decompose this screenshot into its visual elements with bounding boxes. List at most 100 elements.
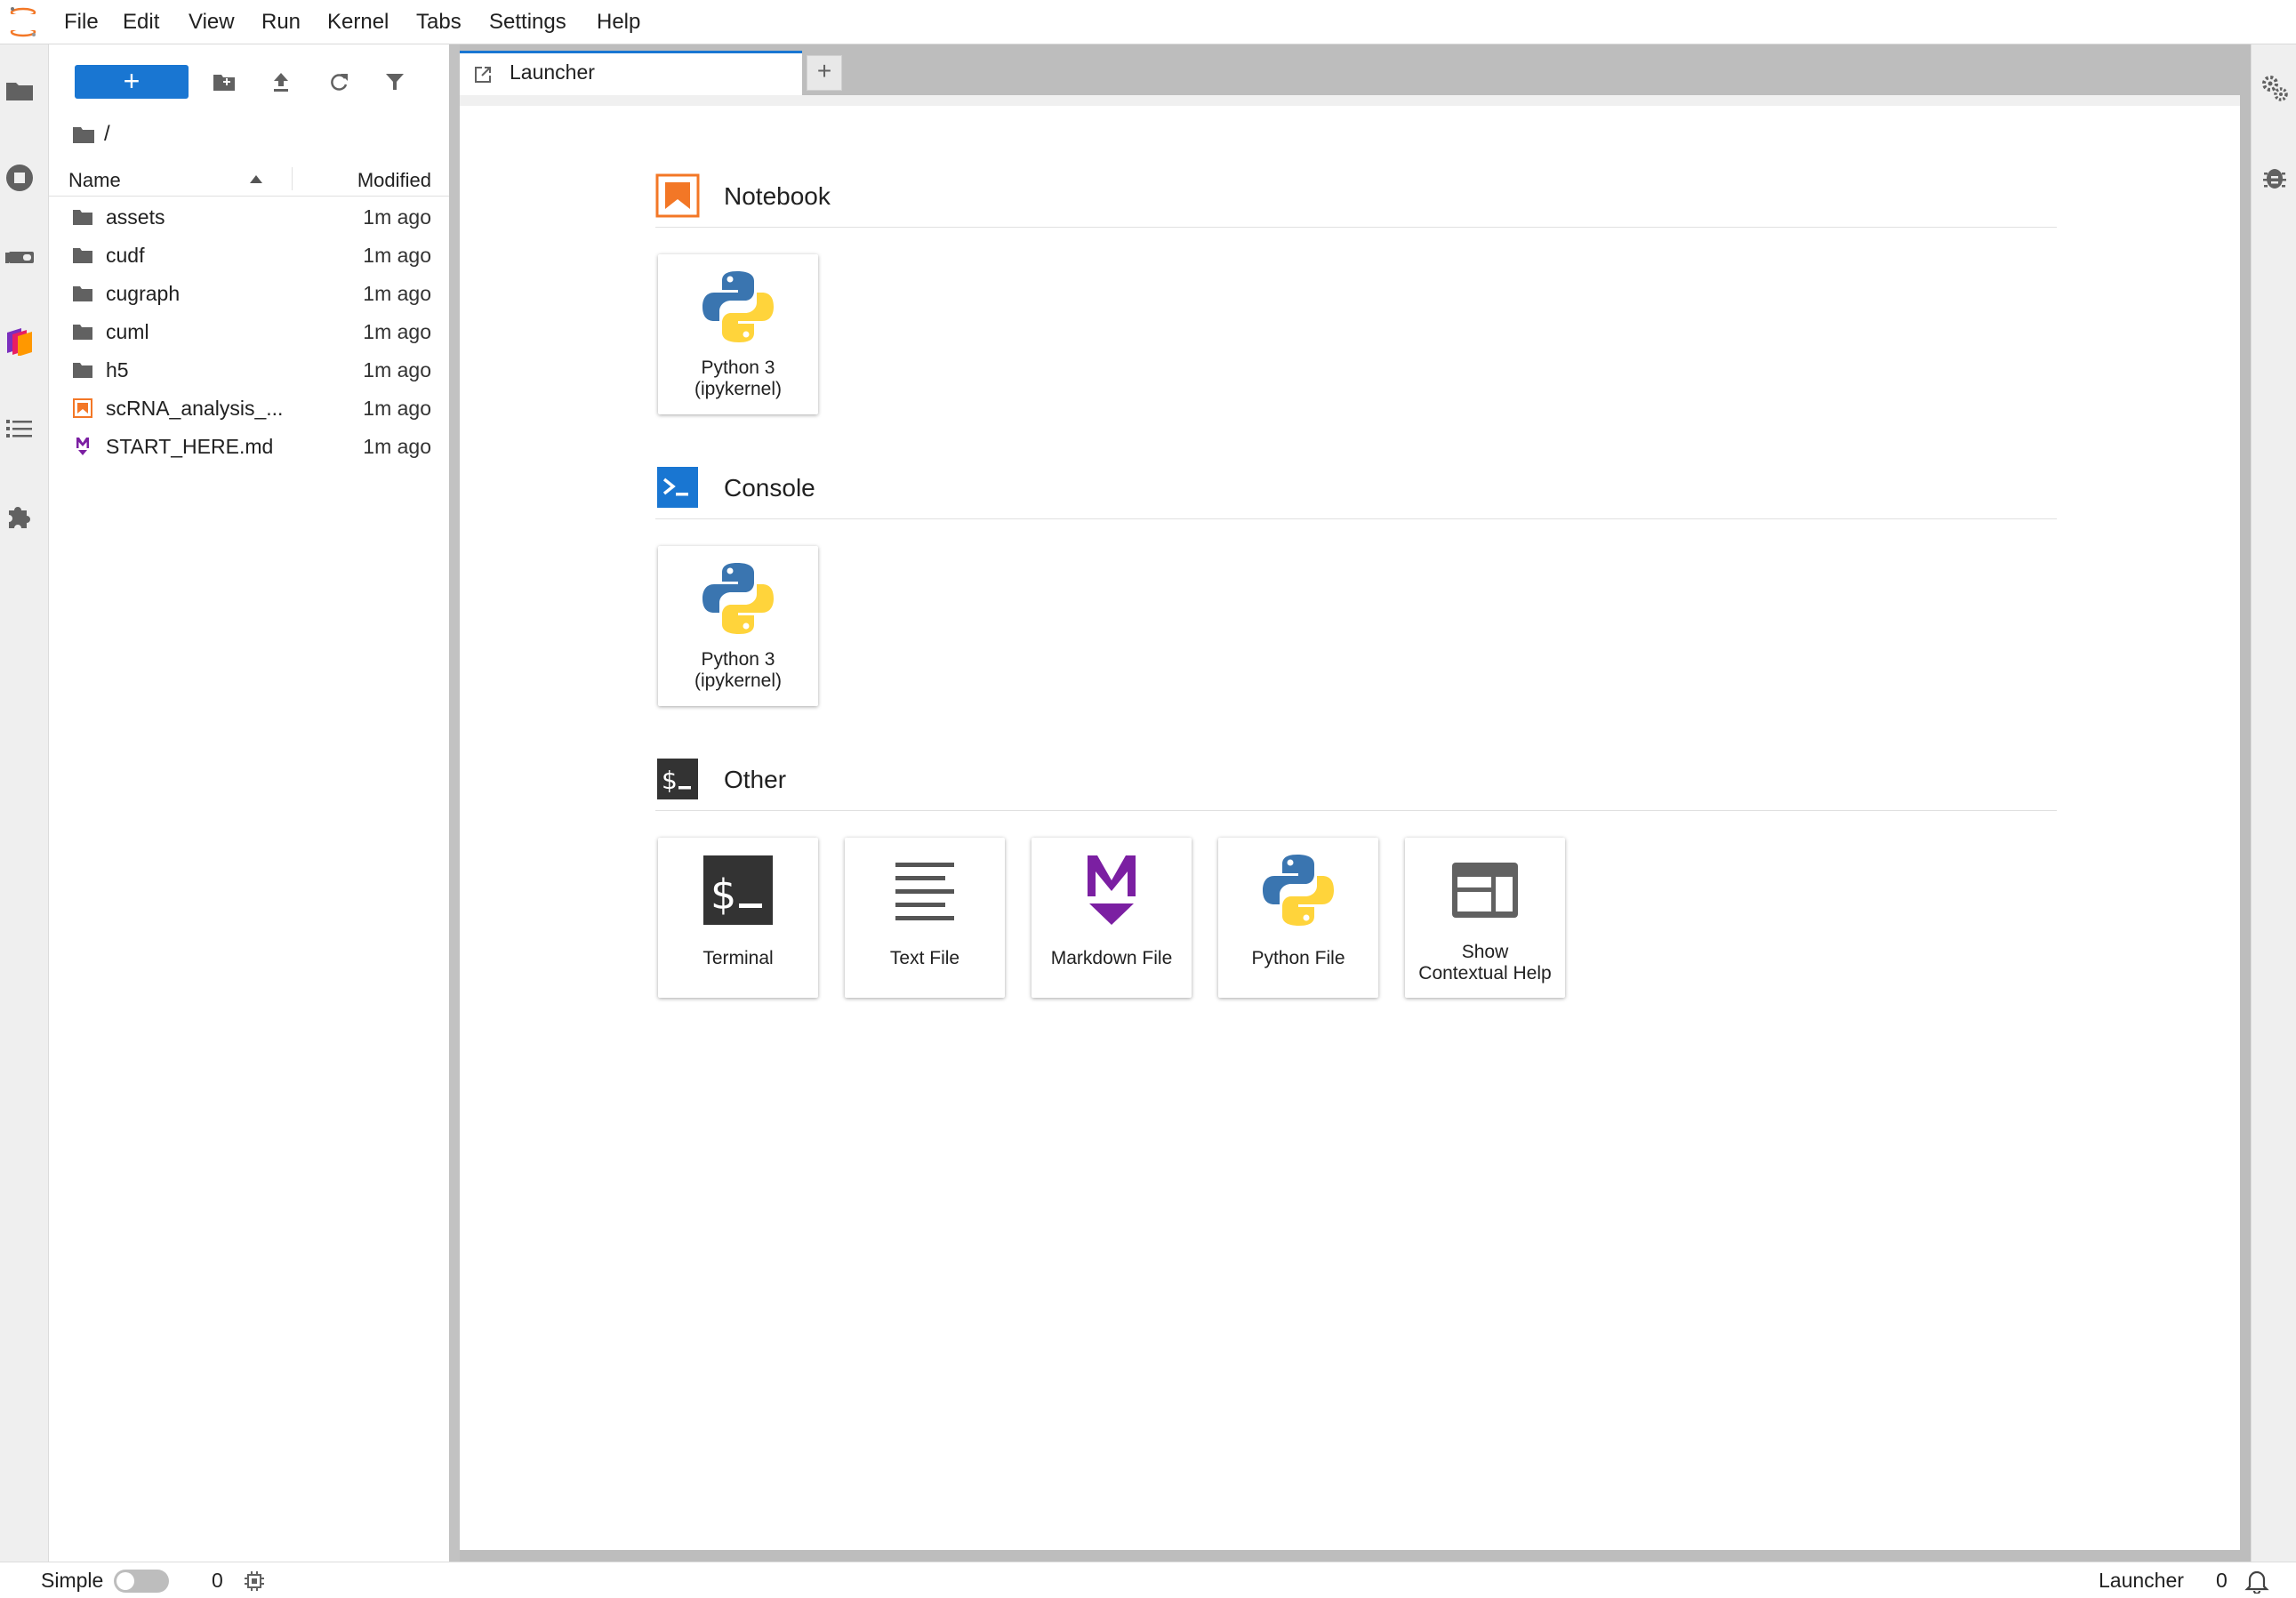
folder-icon [73,286,92,301]
file-modified: 1m ago [363,435,431,458]
python-logo-icon [1263,855,1334,926]
menu-run[interactable]: Run [261,9,301,36]
menu-tabs[interactable]: Tabs [416,9,462,36]
file-row-markdown[interactable]: START_HERE.md 1m ago [49,427,449,465]
menu-edit[interactable]: Edit [123,9,159,36]
refresh-icon[interactable] [328,71,349,92]
menu-kernel[interactable]: Kernel [327,9,389,36]
card-label: Python 3 [701,357,775,378]
launch-icon [475,67,491,83]
folder-icon [73,248,92,263]
file-name: START_HERE.md [106,435,274,458]
kernel-chip-icon[interactable] [244,1570,265,1592]
simple-mode-toggle[interactable] [114,1570,169,1593]
menu-help[interactable]: Help [597,9,640,36]
toggle-knob [116,1572,134,1590]
markdown-icon [76,438,89,455]
breadcrumb-root[interactable]: / [104,121,110,148]
running-icon[interactable] [4,162,36,194]
section-divider [655,810,2057,811]
section-divider [655,227,2057,228]
section-title-other: Other [724,766,787,793]
card-label: Python File [1251,948,1345,968]
contextual-help-icon [1452,863,1518,918]
card-sublabel: Contextual Help [1418,963,1552,984]
card-sublabel: (ipykernel) [694,379,783,399]
file-row-cuml[interactable]: cuml 1m ago [49,312,449,350]
notebook-icon [73,398,92,418]
file-name: scRNA_analysis_... [106,397,284,420]
file-modified: 1m ago [363,205,431,229]
markdown-icon [1088,855,1136,925]
sort-ascending-icon [250,175,262,183]
text-file-icon [895,863,954,920]
gpu-dashboard-icon[interactable] [4,242,36,274]
file-row-assets[interactable]: assets 1m ago [49,197,449,236]
python-logo-icon [702,563,774,634]
file-row-h5[interactable]: h5 1m ago [49,350,449,389]
jupyter-logo-icon[interactable] [7,5,39,39]
folder-icon [73,210,92,225]
folder-icon[interactable] [4,75,36,107]
svg-text:$: $ [662,766,678,795]
file-modified: 1m ago [363,282,431,305]
other-section-icon: $ [657,759,698,799]
extension-stack-icon[interactable] [4,324,36,356]
notification-count: 0 [2216,1569,2228,1592]
table-of-contents-icon[interactable] [4,413,36,445]
card-markdown-file[interactable]: Markdown File [1032,838,1192,998]
file-browser: + / Name Modified assets 1m ago cudf 1m … [49,44,449,1562]
filter-icon[interactable] [385,72,405,92]
debugger-bug-icon[interactable] [2261,162,2288,192]
name-column-header[interactable]: Name [68,169,121,192]
card-python-file[interactable]: Python File [1218,838,1378,998]
new-launcher-button[interactable]: + [75,65,189,99]
card-label: Text File [889,948,960,968]
right-sidebar [2251,44,2296,1562]
card-label: Markdown File [1050,948,1173,968]
svg-text:$: $ [710,871,736,919]
menu-view[interactable]: View [189,9,235,36]
sidebar-resize-handle[interactable] [449,44,460,1562]
file-name: cudf [106,244,145,267]
file-modified: 1m ago [363,397,431,420]
file-name: assets [106,205,165,229]
new-folder-icon[interactable] [213,72,236,92]
tab-launcher[interactable]: Launcher [460,51,802,95]
card-contextual-help[interactable]: Show Contextual Help [1405,838,1565,998]
terminal-icon: $ [703,855,773,925]
console-section-icon [657,467,698,508]
launcher-panel: Notebook Python 3 (ipykernel) Console Py… [460,95,2240,1550]
card-label: Show [1461,942,1509,962]
card-label: Python 3 [701,649,775,670]
file-row-cugraph[interactable]: cugraph 1m ago [49,274,449,312]
column-divider[interactable] [292,167,293,190]
menu-file[interactable]: File [64,9,99,36]
file-list-header: Name Modified [49,162,449,197]
notifications-bell-icon[interactable] [2244,1569,2269,1594]
puzzle-icon[interactable] [4,500,36,532]
file-row-notebook[interactable]: scRNA_analysis_... 1m ago [49,389,449,427]
tab-label: Launcher [510,60,595,84]
simple-mode-label: Simple [41,1569,104,1592]
upload-icon[interactable] [271,71,291,92]
file-row-cudf[interactable]: cudf 1m ago [49,236,449,274]
kernel-count: 0 [212,1569,223,1592]
file-name: cugraph [106,282,181,305]
file-name: cuml [106,320,149,343]
file-modified: 1m ago [363,320,431,343]
new-tab-button[interactable]: + [807,55,842,91]
modified-column-header[interactable]: Modified [357,169,431,192]
card-python3-notebook[interactable]: Python 3 (ipykernel) [658,254,818,414]
card-terminal[interactable]: $ Terminal [658,838,818,998]
card-sublabel: (ipykernel) [694,671,783,691]
menu-settings[interactable]: Settings [489,9,566,36]
card-python3-console[interactable]: Python 3 (ipykernel) [658,546,818,706]
property-inspector-gears-icon[interactable] [2260,73,2290,103]
menu-bar: File Edit View Run Kernel Tabs Settings … [0,0,2296,44]
folder-icon [73,127,94,143]
folder-icon [73,363,92,378]
active-document-label: Launcher [2099,1569,2184,1592]
card-text-file[interactable]: Text File [845,838,1005,998]
file-name: h5 [106,358,129,381]
